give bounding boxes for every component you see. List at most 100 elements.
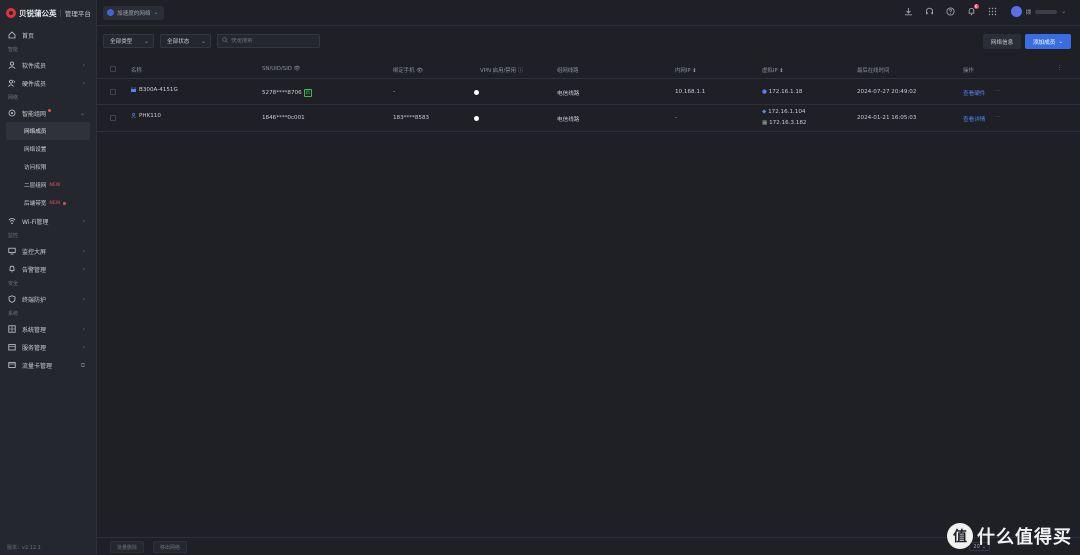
sidebar-item-network-settings[interactable]: 网络设置 [0, 140, 96, 158]
nav-group-label: 网络 [8, 95, 19, 101]
row-checkbox[interactable] [110, 89, 116, 95]
new-badge: NEW [49, 182, 61, 188]
batch-delete-button[interactable]: 批量删除 [110, 541, 145, 553]
row-virtual-ip-2: ▦ 172.16.3.182 [762, 120, 806, 126]
row-line: 电信线路 [557, 91, 580, 97]
download-icon[interactable] [904, 7, 913, 16]
row-virtual-ip-text: 172.16.1.18 [768, 89, 803, 95]
sidebar-item-label: 告警管理 [22, 266, 47, 274]
row-sn-text: 5278****8706 [262, 90, 302, 96]
brand-separator: | [59, 9, 62, 17]
headset-icon[interactable] [925, 7, 934, 16]
sidebar-item-label: 首页 [22, 32, 35, 40]
sidebar-item-label: 硬件成员 [22, 80, 47, 88]
sidebar-item-smart-network[interactable]: 智能组网 ⌄ [0, 104, 96, 122]
header-lan-ip[interactable]: 内网IP ⇕ [675, 66, 697, 74]
sidebar-item-system-manage[interactable]: 系统管理 › [0, 320, 96, 338]
help-icon[interactable] [946, 7, 955, 16]
user-menu[interactable]: 拨 ⌄ [1010, 6, 1066, 17]
select-all-checkbox[interactable] [110, 66, 116, 72]
sidebar-item-label: 软件成员 [22, 62, 47, 70]
eye-icon[interactable]: 👁 [294, 66, 301, 72]
sidebar-item-alerts[interactable]: 告警管理 › [0, 260, 96, 278]
home-icon [8, 31, 16, 39]
row-sn: 1846****0c001 [262, 115, 305, 121]
view-details-link[interactable]: 查看详情 [963, 115, 985, 123]
watermark: 值 什么值得买 [947, 523, 1072, 549]
username-redacted [1035, 9, 1058, 14]
sidebar-item-service-manage[interactable]: 服务管理 › [0, 338, 96, 356]
external-link-icon: ⧉ [80, 362, 85, 369]
eye-icon[interactable]: 👁 [416, 68, 423, 74]
status-filter[interactable]: 全部状态 ⌄ [160, 34, 211, 48]
header-virtual-ip[interactable]: 虚拟IP ⇕ [762, 66, 784, 74]
brand-name: 贝锐蒲公英 [19, 8, 57, 18]
row-name-text: B300A-4151G [139, 87, 178, 93]
view-hardware-link[interactable]: 查看硬件 [963, 89, 985, 97]
search-box[interactable] [217, 34, 320, 48]
sidebar-item-bandwidth[interactable]: 后端带宽 NEW [0, 194, 96, 212]
header-last-online: 最后在线时间 [857, 68, 890, 74]
sidebar-item-monitor-screen[interactable]: 监控大屏 › [0, 242, 96, 260]
more-actions-button[interactable]: ··· [995, 88, 1000, 94]
brand-subtitle: 管理平台 [64, 10, 91, 18]
remove-from-network-button[interactable]: 移出网络 [153, 541, 188, 553]
watermark-text: 什么值得买 [977, 527, 1072, 548]
chevron-down-icon: ⌄ [1061, 8, 1066, 15]
chevron-right-icon: › [82, 266, 85, 273]
sn-tag: 新 [303, 89, 313, 97]
sidebar-item-home[interactable]: 首页 [0, 26, 96, 44]
diamond-icon: ◆ [762, 109, 767, 115]
type-filter[interactable]: 全部类型 ⌄ [103, 34, 154, 48]
sidebar-item-network-members[interactable]: 网络成员 [6, 122, 90, 140]
more-actions-button[interactable]: ··· [995, 114, 1000, 120]
sidebar-item-label: 监控大屏 [22, 248, 47, 256]
new-dot-icon [48, 108, 52, 112]
chevron-right-icon: › [82, 80, 85, 87]
add-member-button[interactable]: 添加成员 ⌄ [1025, 34, 1071, 49]
search-icon [222, 37, 228, 45]
box-icon [8, 343, 16, 351]
grid-icon [8, 325, 16, 333]
sidebar-item-layer2[interactable]: 二层组网 NEW [0, 176, 96, 194]
table-row[interactable]: PHK110 1846****0c001 183****8583 电信线路 - … [97, 105, 1080, 132]
network-name: 加速度的网络 [117, 10, 151, 17]
network-info-button[interactable]: 网络信息 [983, 34, 1021, 49]
chevron-right-icon: › [82, 296, 85, 303]
sidebar-item-terminal-protect[interactable]: 终端防护 › [0, 290, 96, 308]
network-icon [8, 109, 16, 117]
row-phone: 183****8583 [393, 115, 430, 121]
users-icon [8, 79, 16, 87]
sidebar-item-wifi[interactable]: Wi-Fi管理 › [0, 212, 96, 230]
row-checkbox[interactable] [110, 115, 116, 121]
brand[interactable]: 贝锐蒲公英 | 管理平台 [0, 0, 96, 26]
globe-icon [107, 9, 114, 16]
search-input[interactable] [231, 38, 311, 44]
sidebar-item-flow-card[interactable]: 流量卡管理 ⧉ [0, 356, 96, 374]
row-sn: 5278****8706 新 [262, 89, 313, 97]
network-selector[interactable]: 加速度的网络 ⌄ [103, 5, 165, 20]
header-ops: 操作 [963, 68, 974, 74]
sidebar-item-hardware-member[interactable]: 硬件成员 › [0, 74, 96, 92]
notification-bell-icon[interactable]: 6 [967, 4, 979, 16]
row-last-online: 2024-01-21 16:05:03 [857, 115, 917, 121]
info-icon[interactable]: ⓘ [518, 68, 523, 74]
avatar [1010, 6, 1022, 17]
sidebar-item-label: 二层组网 [24, 183, 47, 189]
sidebar-item-access[interactable]: 访问权限 [0, 158, 96, 176]
row-last-online: 2024-07-27 20:49:02 [857, 89, 917, 95]
header-line: 组网线路 [557, 68, 579, 74]
apps-grid-icon[interactable] [988, 7, 997, 16]
sidebar-item-software-member[interactable]: 软件成员 › [0, 56, 96, 74]
row-virtual-ip: ◆ 172.16.1.104 [762, 109, 805, 115]
chevron-right-icon: › [82, 326, 85, 333]
header-vpn-label: VPN 启用/禁用 [480, 68, 517, 74]
row-name-text: PHK110 [139, 113, 161, 119]
nav-group-label: 安全 [8, 281, 19, 287]
table-footer: 批量删除 移出网络 每页 20⌄ [97, 537, 1080, 555]
header-phone: 绑定手机 👁 [393, 66, 423, 74]
column-settings-icon[interactable]: ⋮ [1057, 65, 1062, 71]
table-row[interactable]: B300A-4151G 5278****8706 新 - 电信线路 10.168.… [97, 79, 1080, 105]
username: 拨 [1025, 9, 1032, 16]
sidebar-item-label: 网络设置 [24, 147, 47, 153]
